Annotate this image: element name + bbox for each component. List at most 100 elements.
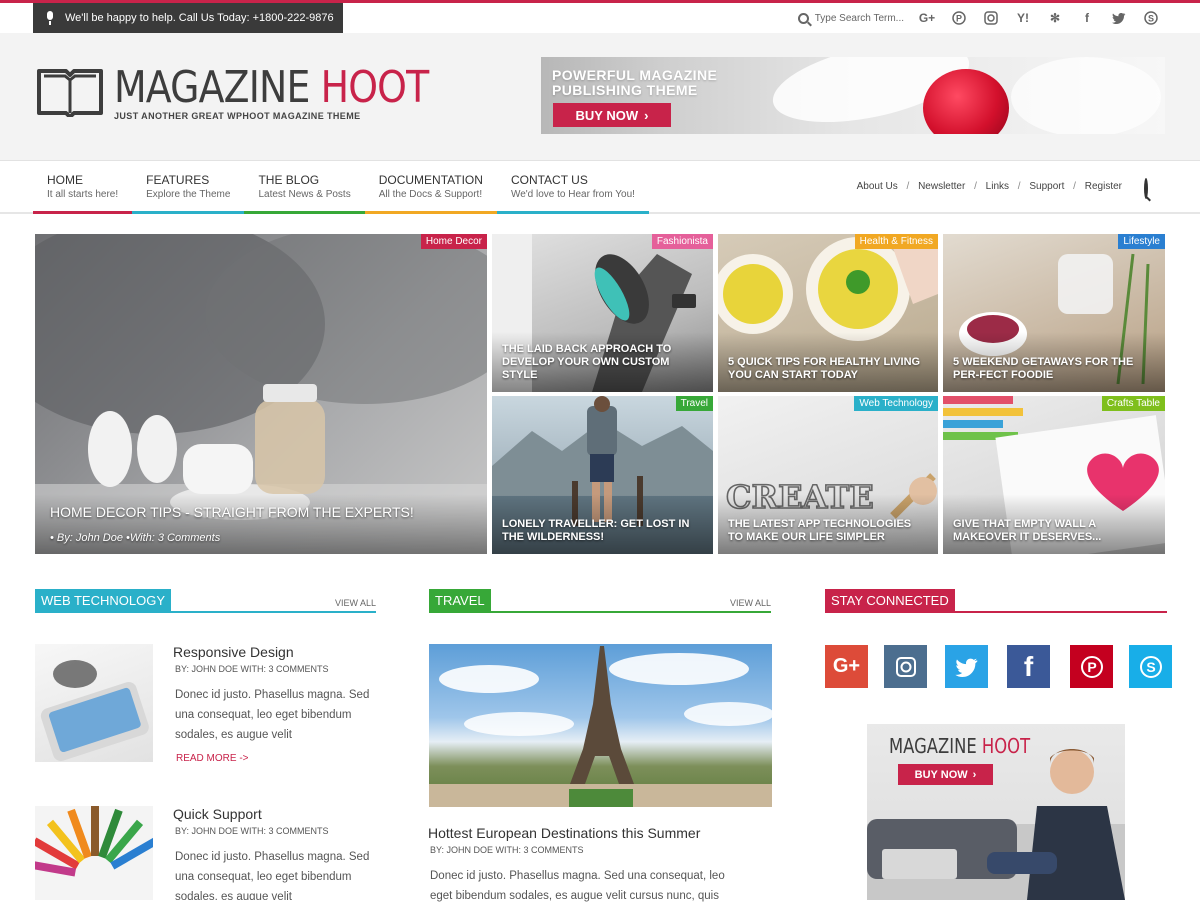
menu-item-home[interactable]: HOME It all starts here! bbox=[33, 161, 133, 214]
excerpt-line: Donec id justo. Phasellus magna. Sed una… bbox=[430, 870, 725, 882]
google-plus-icon[interactable]: G+ bbox=[825, 645, 868, 688]
instagram-icon[interactable] bbox=[884, 645, 927, 688]
yelp-icon[interactable]: ✻ bbox=[1046, 9, 1064, 27]
menu-item-subtitle: Explore the Theme bbox=[146, 189, 231, 200]
category-badge[interactable]: Web Technology bbox=[854, 396, 938, 411]
skype-icon[interactable]: S bbox=[1129, 645, 1172, 688]
hero-tile[interactable]: Health & Fitness 5 QUICK TIPS FOR HEALTH… bbox=[718, 234, 938, 392]
hero-tile[interactable]: Crafts Table GIVE THAT EMPTY WALL A MAKE… bbox=[943, 396, 1165, 554]
section-title: STAY CONNECTED bbox=[825, 589, 955, 612]
logo-word-hoot: HOOT bbox=[320, 62, 430, 113]
facebook-icon[interactable]: f bbox=[1007, 645, 1050, 688]
logo-wordmark: MAGAZINE HOOT bbox=[114, 62, 430, 113]
ad-buy-button[interactable]: BUY NOW › bbox=[898, 764, 993, 785]
category-badge[interactable]: Travel bbox=[675, 396, 713, 411]
top-right-tools: Type Search Term... G+ P Y! ✻ f S bbox=[797, 3, 1160, 33]
twitter-icon[interactable] bbox=[945, 645, 988, 688]
travel-post-meta: BY: JOHN DOE WITH: 3 COMMENTS bbox=[430, 845, 584, 855]
apple-image bbox=[923, 69, 1009, 134]
menu-item-title: CONTACT US bbox=[510, 173, 588, 187]
search-icon[interactable] bbox=[797, 12, 809, 24]
menu-item-documentation[interactable]: DOCUMENTATION All the Docs & Support! bbox=[364, 161, 497, 214]
category-badge[interactable]: Lifestyle bbox=[1118, 234, 1165, 249]
menu-item-blog[interactable]: THE BLOG Latest News & Posts bbox=[244, 161, 365, 214]
primary-menu: HOME It all starts here! FEATURES Explor… bbox=[33, 161, 649, 214]
site-logo[interactable]: MAGAZINE HOOT JUST ANOTHER GREAT WPHOOT … bbox=[36, 65, 480, 121]
menu-item-contact[interactable]: CONTACT US We'd love to Hear from You! bbox=[496, 161, 649, 214]
chevron-right-icon: › bbox=[644, 107, 649, 123]
travel-post-title[interactable]: Hottest European Destinations this Summe… bbox=[428, 825, 700, 841]
link-about-us[interactable]: About Us bbox=[857, 181, 898, 192]
link-newsletter[interactable]: Newsletter bbox=[918, 181, 965, 192]
logo-word-magazine: MAGAZINE bbox=[114, 62, 321, 113]
menu-item-underline bbox=[132, 211, 245, 214]
hero-tile[interactable]: Travel LONELY TRAVELLER: GET LOST IN THE… bbox=[492, 396, 713, 554]
menu-item-title: HOME bbox=[47, 173, 83, 187]
menu-item-underline bbox=[33, 211, 133, 214]
read-more-link[interactable]: READ MORE -> bbox=[176, 753, 249, 764]
menu-item-features[interactable]: FEATURES Explore the Theme bbox=[132, 161, 245, 214]
category-badge[interactable]: Crafts Table bbox=[1101, 396, 1165, 411]
menu-item-underline bbox=[244, 211, 365, 214]
post-excerpt: Donec id justo. Phasellus magna. Sed una… bbox=[175, 689, 370, 741]
menu-item-subtitle: All the Docs & Support! bbox=[378, 189, 483, 200]
menu-item-title: DOCUMENTATION bbox=[378, 173, 483, 187]
instagram-icon[interactable] bbox=[982, 9, 1000, 27]
banner-buy-button[interactable]: BUY NOW › bbox=[553, 103, 671, 127]
category-badge[interactable]: Home Decor bbox=[420, 234, 487, 249]
hero-tile-title[interactable]: 5 WEEKEND GETAWAYS FOR THE PER-FECT FOOD… bbox=[953, 356, 1155, 382]
post-thumbnail[interactable] bbox=[35, 644, 153, 762]
category-badge[interactable]: Health & Fitness bbox=[854, 234, 938, 249]
link-links[interactable]: Links bbox=[986, 181, 1009, 192]
hero-tile[interactable]: Fashionista THE LAID BACK APPROACH TO DE… bbox=[492, 234, 713, 392]
pinterest-icon[interactable]: P bbox=[1070, 645, 1113, 688]
twitter-icon[interactable] bbox=[1110, 9, 1128, 27]
hero-feature-tile[interactable]: Home Decor HOME DECOR TIPS - STRAIGHT FR… bbox=[35, 234, 487, 554]
link-support[interactable]: Support bbox=[1029, 181, 1064, 192]
post-excerpt: Donec id justo. Phasellus magna. Sed una… bbox=[175, 851, 370, 900]
menu-item-title: FEATURES bbox=[146, 173, 210, 187]
post-title[interactable]: Responsive Design bbox=[173, 644, 294, 660]
post-item: Quick Support BY: JOHN DOE WITH: 3 COMME… bbox=[35, 806, 376, 900]
hero-tile-title[interactable]: THE LAID BACK APPROACH TO DEVELOP YOUR O… bbox=[502, 343, 703, 382]
top-search[interactable]: Type Search Term... bbox=[797, 12, 904, 24]
sidebar-ad[interactable]: MAGAZINE HOOT BUY NOW › bbox=[867, 724, 1125, 900]
link-register[interactable]: Register bbox=[1085, 181, 1122, 192]
skype-icon[interactable]: S bbox=[1142, 9, 1160, 27]
view-all-link[interactable]: VIEW ALL bbox=[335, 598, 376, 608]
hero-tile[interactable]: Lifestyle 5 WEEKEND GETAWAYS FOR THE PER… bbox=[943, 234, 1165, 392]
book-icon bbox=[36, 65, 104, 119]
hero-feature-meta: • By: John Doe •With: 3 Comments bbox=[50, 532, 221, 544]
google-plus-icon[interactable]: G+ bbox=[918, 9, 936, 27]
facebook-icon[interactable]: f bbox=[1078, 9, 1096, 27]
ad-logo-wordmark: MAGAZINE HOOT bbox=[889, 734, 1030, 758]
microphone-icon bbox=[45, 11, 55, 25]
section-travel-heading: TRAVEL VIEW ALL bbox=[429, 589, 771, 613]
post-thumbnail[interactable] bbox=[35, 806, 153, 900]
pinterest-icon[interactable]: P bbox=[950, 9, 968, 27]
search-input[interactable]: Type Search Term... bbox=[815, 13, 904, 24]
svg-text:S: S bbox=[1148, 14, 1154, 24]
nav-search-button[interactable] bbox=[1144, 178, 1148, 199]
hero-tile-title[interactable]: THE LATEST APP TECHNOLOGIES TO MAKE OUR … bbox=[728, 518, 928, 544]
yahoo-icon[interactable]: Y! bbox=[1014, 9, 1032, 27]
category-badge[interactable]: Fashionista bbox=[651, 234, 713, 249]
header-banner-ad[interactable]: POWERFUL MAGAZINE PUBLISHING THEME BUY N… bbox=[541, 57, 1165, 134]
menu-item-underline bbox=[496, 211, 649, 214]
view-all-link[interactable]: VIEW ALL bbox=[730, 598, 771, 608]
top-bar: We'll be happy to help. Call Us Today: +… bbox=[0, 0, 1200, 33]
section-stay-connected-heading: STAY CONNECTED bbox=[825, 589, 1167, 613]
ad-buy-label: BUY NOW bbox=[914, 768, 968, 781]
section-title: WEB TECHNOLOGY bbox=[35, 589, 172, 612]
hero-feature-title[interactable]: HOME DECOR TIPS - STRAIGHT FROM THE EXPE… bbox=[50, 504, 477, 520]
ad-word-magazine: MAGAZINE bbox=[889, 734, 982, 758]
post-title[interactable]: Quick Support bbox=[173, 806, 262, 822]
travel-post-image[interactable] bbox=[429, 644, 772, 807]
search-icon[interactable] bbox=[1144, 178, 1148, 199]
hero-tile[interactable]: CREATE Web Technology THE LATEST APP TEC… bbox=[718, 396, 938, 554]
hero-tile-title[interactable]: GIVE THAT EMPTY WALL A MAKEOVER IT DESER… bbox=[953, 518, 1155, 544]
post-meta: BY: JOHN DOE WITH: 3 COMMENTS bbox=[175, 664, 329, 674]
hero-tile-title[interactable]: LONELY TRAVELLER: GET LOST IN THE WILDER… bbox=[502, 518, 703, 544]
menu-item-subtitle: We'd love to Hear from You! bbox=[510, 189, 635, 200]
hero-tile-title[interactable]: 5 QUICK TIPS FOR HEALTHY LIVING YOU CAN … bbox=[728, 356, 928, 382]
